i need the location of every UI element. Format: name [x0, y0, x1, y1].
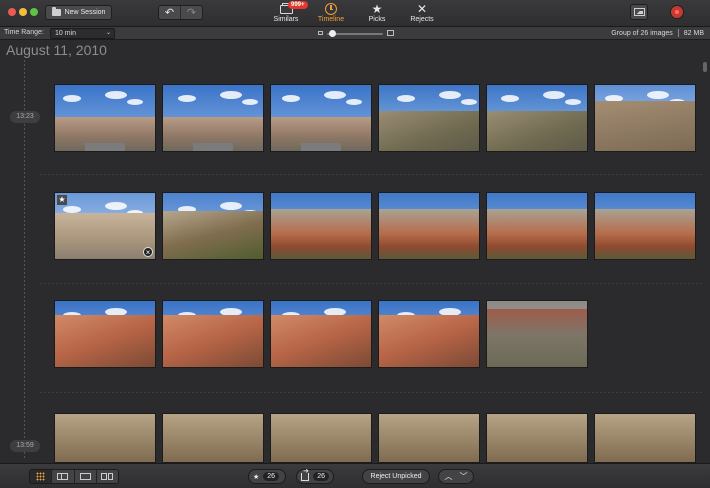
time-marker: 13:59	[10, 440, 40, 452]
minimize-window-button[interactable]	[19, 8, 27, 16]
redo-button[interactable]: ↷	[180, 6, 202, 19]
tab-timeline[interactable]: Timeline	[311, 2, 351, 26]
grid-icon	[36, 472, 46, 481]
tab-picks-label: Picks	[368, 16, 386, 23]
group-count: Group of 26 images	[611, 29, 673, 37]
photo-thumbnail[interactable]	[594, 192, 696, 260]
grid-view-button[interactable]	[30, 470, 53, 483]
x-icon: ✕	[416, 2, 428, 16]
single-view-button[interactable]	[74, 470, 97, 483]
photo-thumbnail[interactable]	[162, 84, 264, 152]
tab-rejects[interactable]: ✕ Rejects	[402, 2, 442, 26]
record-button[interactable]	[670, 5, 684, 19]
clock-icon	[325, 3, 337, 15]
photo-thumbnail[interactable]	[486, 84, 588, 152]
list-view-button[interactable]	[52, 470, 75, 483]
chevron-up-icon[interactable]: ︿	[445, 471, 453, 482]
app-window: New Session ↶ ↷ 999+ Similars Timeline ★…	[0, 0, 710, 488]
photo-thumbnail[interactable]	[270, 192, 372, 260]
tab-similars[interactable]: 999+ Similars	[266, 1, 308, 26]
fullscreen-preview-button[interactable]	[630, 4, 648, 20]
folder-icon	[51, 7, 61, 16]
undo-redo-group: ↶ ↷	[158, 5, 203, 20]
photo-thumbnail[interactable]	[378, 413, 480, 463]
slider-knob[interactable]	[329, 30, 337, 37]
image-preview-icon	[633, 8, 645, 16]
tab-picks[interactable]: ★ Picks	[357, 2, 397, 26]
photo-thumbnail[interactable]	[378, 192, 480, 260]
new-session-label: New Session	[64, 9, 106, 16]
view-mode-switcher	[29, 469, 119, 484]
row-divider	[40, 283, 702, 284]
bottom-toolbar: ★ 26 26 Reject Unpicked ︿ ﹀	[0, 463, 710, 488]
close-window-button[interactable]	[8, 8, 16, 16]
photo-thumbnail[interactable]	[162, 413, 264, 463]
photo-thumbnail[interactable]	[486, 192, 588, 260]
reject-icon[interactable]: ×	[143, 247, 153, 257]
photo-thumbnail[interactable]	[54, 413, 156, 463]
compare-icon	[101, 473, 114, 480]
picks-count: 26	[263, 472, 280, 481]
star-icon: ★	[253, 473, 260, 481]
photo-thumbnail[interactable]	[486, 300, 588, 368]
export-button[interactable]: 26	[296, 467, 334, 484]
single-image-icon	[79, 473, 91, 480]
tab-rejects-label: Rejects	[410, 16, 434, 23]
time-marker: 13:23	[10, 111, 40, 123]
export-count: 26	[313, 472, 329, 481]
small-thumbnail-icon	[318, 31, 323, 35]
photo-thumbnail[interactable]	[378, 300, 480, 368]
new-session-button[interactable]: New Session	[45, 5, 112, 20]
similars-badge: 999+	[288, 1, 308, 9]
prev-next-group: ︿ ﹀	[438, 469, 474, 484]
chevron-down-icon: ⌄	[105, 30, 111, 36]
photo-thumbnail[interactable]	[162, 192, 264, 260]
row-divider	[40, 392, 702, 393]
group-info: Group of 26 images 82 MB	[611, 29, 704, 37]
row-divider	[40, 174, 702, 175]
photo-thumbnail[interactable]: ★ ×	[54, 192, 156, 260]
maximize-window-button[interactable]	[30, 8, 38, 16]
toolbar: New Session ↶ ↷ 999+ Similars Timeline ★…	[0, 0, 710, 27]
time-range-value: 10 min	[55, 30, 77, 37]
star-icon: ★	[371, 2, 383, 16]
photo-thumbnail[interactable]	[270, 84, 372, 152]
compare-view-button[interactable]	[96, 470, 118, 483]
photo-thumbnail[interactable]	[54, 84, 156, 152]
thumbnail-size-slider[interactable]	[318, 30, 394, 38]
tab-timeline-label: Timeline	[317, 16, 345, 23]
time-range-select[interactable]: 10 min ⌄	[50, 28, 115, 39]
photo-thumbnail[interactable]	[162, 300, 264, 368]
undo-button[interactable]: ↶	[159, 6, 180, 19]
date-heading: August 11, 2010	[6, 42, 107, 58]
filter-bar: Time Range: 10 min ⌄ Group of 26 images 8…	[0, 27, 710, 40]
photo-thumbnail[interactable]	[54, 300, 156, 368]
star-icon[interactable]: ★	[57, 195, 67, 205]
photo-thumbnail[interactable]	[486, 413, 588, 463]
photo-thumbnail[interactable]	[270, 413, 372, 463]
chevron-down-icon[interactable]: ﹀	[460, 471, 468, 482]
list-icon	[57, 473, 69, 480]
time-range-label: Time Range:	[4, 29, 44, 36]
reject-unpicked-button[interactable]: Reject Unpicked	[362, 469, 430, 484]
tab-similars-label: Similars	[273, 16, 299, 23]
photo-thumbnail[interactable]	[594, 413, 696, 463]
photo-thumbnail[interactable]	[270, 300, 372, 368]
share-icon	[301, 467, 310, 481]
photo-thumbnail[interactable]	[594, 84, 696, 152]
picks-count-button[interactable]: ★ 26	[248, 469, 286, 484]
scrollbar[interactable]	[703, 62, 707, 72]
photo-thumbnail[interactable]	[378, 84, 480, 152]
group-size: 82 MB	[683, 29, 704, 37]
large-thumbnail-icon	[387, 30, 394, 36]
